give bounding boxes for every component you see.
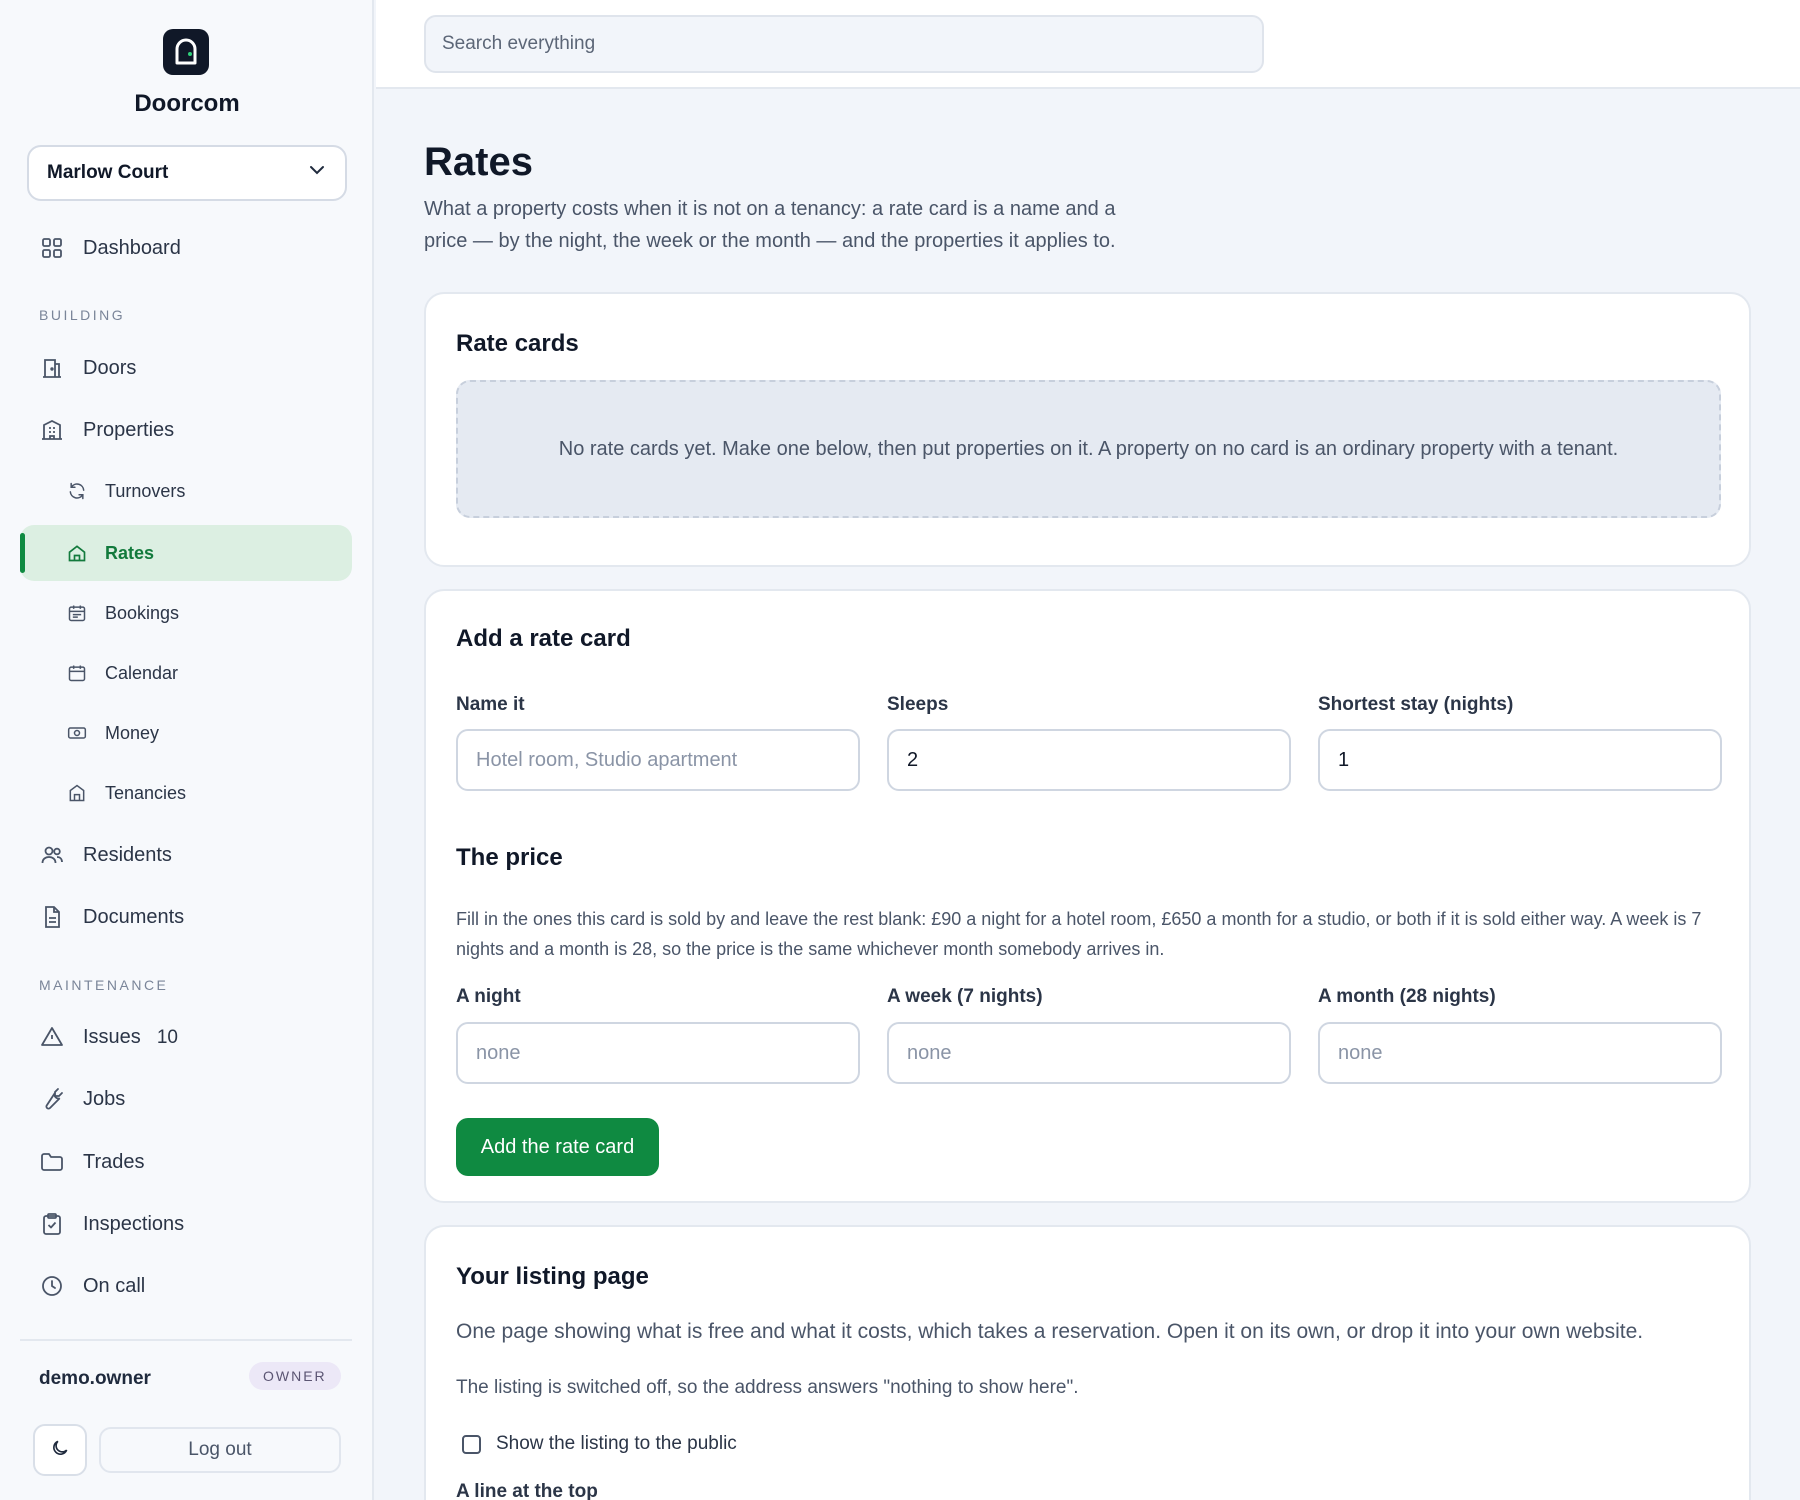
role-badge: OWNER xyxy=(249,1362,341,1390)
sidebar: Doorcom Marlow Court Dashboard BUILDING … xyxy=(0,0,374,1500)
sidebar-item-label: Rates xyxy=(105,542,155,563)
refresh-icon xyxy=(66,480,88,502)
checkbox-label: Show the listing to the public xyxy=(496,1433,737,1454)
banknote-icon xyxy=(66,722,88,744)
sidebar-item-calendar[interactable]: Calendar xyxy=(20,645,352,701)
price-subheading: The price xyxy=(456,844,563,871)
grid-icon xyxy=(39,235,65,261)
section-label-building: BUILDING xyxy=(39,307,126,323)
sidebar-item-label: Inspections xyxy=(83,1212,185,1235)
sidebar-item-label: Doors xyxy=(83,356,137,379)
sidebar-item-label: Tenancies xyxy=(105,782,187,803)
public-listing-checkbox[interactable] xyxy=(462,1434,481,1454)
sidebar-item-trades[interactable]: Trades xyxy=(20,1134,352,1190)
door-lock-icon[interactable] xyxy=(163,29,209,75)
sidebar-item-rates[interactable]: Rates xyxy=(20,525,352,581)
topbar xyxy=(376,0,1800,89)
sidebar-item-doors[interactable]: Doors xyxy=(20,340,352,396)
shortest-stay-field-label: Shortest stay (nights) xyxy=(1318,694,1514,715)
sidebar-item-label: Residents xyxy=(83,843,172,866)
section-label-maintenance: MAINTENANCE xyxy=(39,977,169,993)
night-price-field[interactable] xyxy=(456,1022,860,1084)
issues-count-badge: 10 xyxy=(156,1026,178,1048)
sidebar-item-properties[interactable]: Properties xyxy=(20,402,352,458)
sidebar-item-label: Documents xyxy=(83,905,185,928)
sidebar-item-issues[interactable]: Issues 10 xyxy=(20,1009,352,1065)
empty-state-text: No rate cards yet. Make one below, then … xyxy=(558,437,1619,460)
theme-toggle-button[interactable] xyxy=(33,1424,87,1476)
sidebar-item-inspections[interactable]: Inspections xyxy=(20,1196,352,1252)
sleeps-field[interactable] xyxy=(887,729,1291,791)
search-input[interactable] xyxy=(424,15,1264,73)
add-rate-card-button[interactable]: Add the rate card xyxy=(456,1118,659,1176)
shortest-stay-field[interactable] xyxy=(1318,729,1722,791)
folder-icon xyxy=(39,1149,65,1175)
building-selector[interactable]: Marlow Court xyxy=(27,145,347,201)
warning-icon xyxy=(39,1024,65,1050)
sleeps-field-label: Sleeps xyxy=(887,694,949,715)
logout-button[interactable]: Log out xyxy=(99,1427,341,1473)
building-icon xyxy=(39,417,65,443)
sidebar-item-documents[interactable]: Documents xyxy=(20,889,352,945)
sidebar-item-label: Bookings xyxy=(105,602,180,623)
sidebar-item-label: Dashboard xyxy=(83,236,181,259)
listing-description: One page showing what is free and what i… xyxy=(456,1320,1644,1343)
sidebar-item-label: Calendar xyxy=(105,662,179,683)
door-icon xyxy=(39,355,65,381)
page-description: What a property costs when it is not on … xyxy=(424,198,1116,252)
sidebar-item-label: Jobs xyxy=(83,1087,126,1110)
sidebar-item-bookings[interactable]: Bookings xyxy=(20,585,352,641)
chevron-down-icon xyxy=(307,160,327,186)
wrench-icon xyxy=(39,1086,65,1112)
sidebar-item-dashboard[interactable]: Dashboard xyxy=(20,220,352,276)
sidebar-item-label: Trades xyxy=(83,1150,145,1173)
clipboard-check-icon xyxy=(39,1211,65,1237)
page-title: Rates xyxy=(424,140,533,184)
brand-name: Doorcom xyxy=(134,90,240,117)
calendar-icon xyxy=(66,662,88,684)
week-price-label: A week (7 nights) xyxy=(887,986,1043,1007)
price-help-text: Fill in the ones this card is sold by an… xyxy=(456,909,1702,959)
users-icon xyxy=(39,842,65,868)
sidebar-item-label: Issues xyxy=(83,1025,141,1048)
building-selector-value: Marlow Court xyxy=(47,162,169,183)
sidebar-item-residents[interactable]: Residents xyxy=(20,827,352,883)
rate-cards-card: Rate cards No rate cards yet. Make one b… xyxy=(424,292,1751,567)
card-title: Your listing page xyxy=(456,1263,649,1290)
sidebar-item-turnovers[interactable]: Turnovers xyxy=(20,463,352,519)
name-field[interactable] xyxy=(456,729,860,791)
sidebar-item-tenancies[interactable]: Tenancies xyxy=(20,765,352,821)
month-price-field[interactable] xyxy=(1318,1022,1722,1084)
name-field-label: Name it xyxy=(456,694,525,715)
listing-status: The listing is switched off, so the addr… xyxy=(456,1377,1079,1398)
file-icon xyxy=(39,904,65,930)
sidebar-item-jobs[interactable]: Jobs xyxy=(20,1071,352,1127)
sidebar-divider xyxy=(20,1339,352,1341)
user-name: demo.owner xyxy=(39,1368,151,1389)
house-icon xyxy=(66,782,88,804)
empty-state: No rate cards yet. Make one below, then … xyxy=(456,380,1721,518)
sidebar-item-label: Properties xyxy=(83,418,175,441)
sidebar-item-label: Money xyxy=(105,722,160,743)
home-icon xyxy=(66,542,88,564)
month-price-label: A month (28 nights) xyxy=(1318,986,1496,1007)
night-price-label: A night xyxy=(456,986,521,1007)
sidebar-item-on-call[interactable]: On call xyxy=(20,1258,352,1314)
card-title: Add a rate card xyxy=(456,625,631,652)
calendar-list-icon xyxy=(66,602,88,624)
week-price-field[interactable] xyxy=(887,1022,1291,1084)
clock-icon xyxy=(39,1273,65,1299)
sidebar-item-money[interactable]: Money xyxy=(20,705,352,761)
add-rate-card-form: Add a rate card Name it Sleeps Shortest … xyxy=(424,589,1751,1203)
top-line-field-label: A line at the top xyxy=(456,1481,598,1500)
issues-label-group: Issues 10 xyxy=(83,1026,178,1049)
listing-page-card: Your listing page One page showing what … xyxy=(424,1225,1751,1500)
sidebar-item-label: Turnovers xyxy=(105,480,186,501)
moon-icon xyxy=(50,1438,70,1463)
public-listing-toggle[interactable]: Show the listing to the public xyxy=(462,1433,737,1455)
card-title: Rate cards xyxy=(456,330,579,357)
sidebar-item-label: On call xyxy=(83,1274,146,1297)
